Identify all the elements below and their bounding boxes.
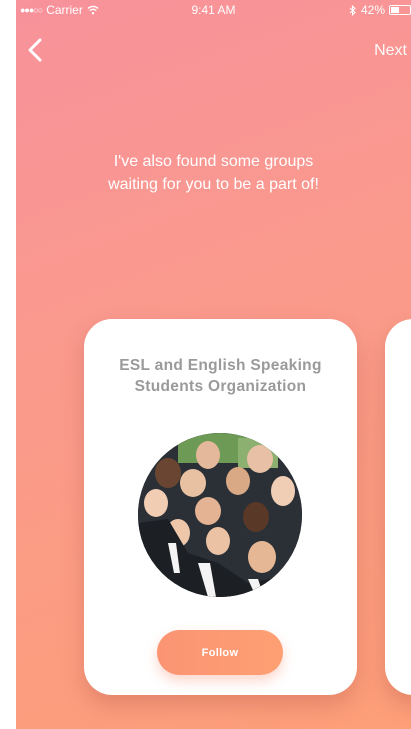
next-group-card[interactable] bbox=[385, 319, 411, 695]
chevron-left-icon bbox=[28, 38, 42, 62]
battery-icon bbox=[389, 5, 411, 15]
group-name-line-1: ESL and English Speaking bbox=[119, 357, 322, 374]
headline-line-2: waiting for you to be a part of! bbox=[108, 176, 319, 193]
status-bar: ●●●○○ Carrier 9:41 AM 42% bbox=[16, 0, 411, 20]
headline-line-1: I've also found some groups bbox=[113, 153, 314, 170]
group-card[interactable]: ESL and English Speaking Students Organi… bbox=[84, 319, 357, 695]
group-name-line-2: Students Organization bbox=[134, 378, 307, 395]
battery-percent: 42% bbox=[360, 3, 385, 17]
bluetooth-icon bbox=[349, 4, 356, 16]
onboarding-screen: ●●●○○ Carrier 9:41 AM 42% Next I've also… bbox=[16, 0, 411, 729]
back-button[interactable] bbox=[24, 36, 48, 64]
headline: I've also found some groups waiting for … bbox=[56, 150, 371, 196]
group-name: ESL and English Speaking Students Organi… bbox=[100, 355, 341, 397]
nav-bar: Next bbox=[16, 30, 411, 70]
group-photo-illustration bbox=[138, 433, 302, 597]
next-button[interactable]: Next bbox=[374, 42, 407, 60]
follow-button[interactable]: Follow bbox=[157, 630, 283, 675]
battery-level bbox=[391, 7, 399, 13]
status-right: 42% bbox=[349, 3, 411, 17]
group-photo bbox=[138, 433, 302, 597]
